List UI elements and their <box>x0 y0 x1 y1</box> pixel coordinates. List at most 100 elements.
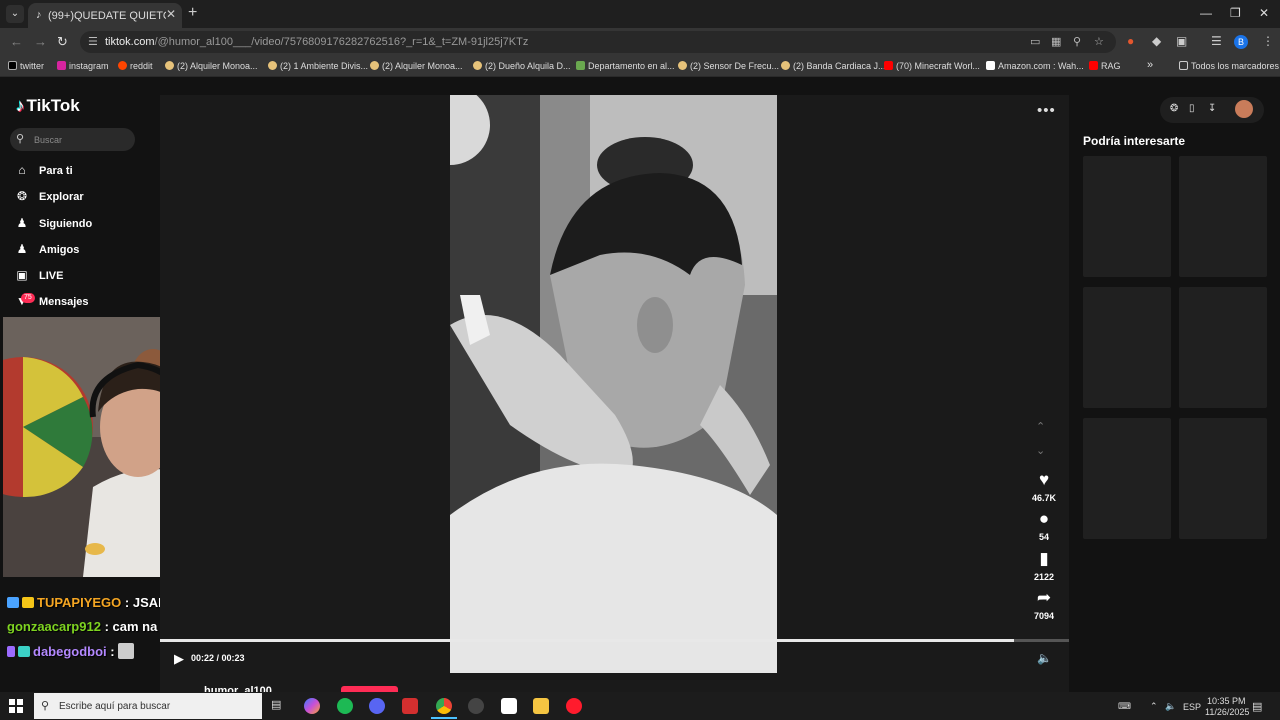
bookmark-item[interactable]: (70) Minecraft Worl... <box>884 61 980 71</box>
tiktok-note-icon: ♪ <box>16 96 25 115</box>
bookmark-item[interactable]: (2) Alquiler Monoa... <box>370 61 463 71</box>
language-indicator[interactable]: ESP <box>1183 702 1201 712</box>
video-player[interactable] <box>450 95 777 673</box>
bookmark-item[interactable]: (2) 1 Ambiente Divis... <box>268 61 368 71</box>
chat-badge-icon <box>22 597 34 608</box>
bookmark-item[interactable]: (2) Alquiler Monoa... <box>165 61 258 71</box>
new-tab-button[interactable]: + <box>188 5 197 21</box>
tiktok-logo[interactable]: ♪ TikTok <box>16 96 80 116</box>
active-tab[interactable]: ♪ (99+)QUEDATE QUIETO🔴🔴 ✕ <box>28 3 182 28</box>
windows-taskbar: ⚲ Escribe aquí para buscar ▤ ⌨ ⌃ 🔈 ESP 1… <box>0 692 1280 720</box>
tray-chevron-icon[interactable]: ⌃ <box>1150 701 1158 712</box>
close-tab-icon[interactable]: ✕ <box>166 7 176 21</box>
opera-icon[interactable] <box>566 698 582 714</box>
video-progress-bar[interactable] <box>160 639 1069 642</box>
suggestion-card[interactable] <box>1179 418 1267 539</box>
save-count: 2122 <box>1033 572 1055 582</box>
like-button[interactable]: ♥ 46.7K <box>1026 471 1062 504</box>
capcut-icon[interactable] <box>501 698 517 714</box>
coins-icon[interactable]: ❂ <box>1170 103 1178 114</box>
url-domain: tiktok.com <box>105 36 155 48</box>
address-bar[interactable]: ☰ tiktok.com/@humor_al100___/video/75768… <box>80 31 1116 53</box>
windows-start-icon[interactable] <box>9 699 23 713</box>
chrome-icon[interactable] <box>436 698 452 714</box>
bookmarks-overflow-button[interactable]: » <box>1147 59 1153 71</box>
share-icon: ➦ <box>1036 588 1052 607</box>
spotify-icon[interactable] <box>337 698 353 714</box>
address-toolbar: ← → ↻ ☰ tiktok.com/@humor_al100___/video… <box>0 28 1280 56</box>
url-path: /@humor_al100___/video/75768091762827625… <box>154 36 529 48</box>
user-avatar[interactable] <box>1235 100 1253 118</box>
file-explorer-icon[interactable] <box>533 698 549 714</box>
discord-icon[interactable] <box>369 698 385 714</box>
bookmark-item[interactable]: instagram <box>57 61 109 71</box>
bookmark-star-icon[interactable]: ☆ <box>1094 35 1104 48</box>
share-button[interactable]: ➦ 7094 <box>1026 588 1062 622</box>
suggestion-card[interactable] <box>1179 287 1267 408</box>
close-window-button[interactable]: ✕ <box>1259 6 1269 20</box>
search-input[interactable]: ⚲ Buscar <box>10 128 135 151</box>
previous-video-icon[interactable]: ⌃ <box>1036 420 1045 433</box>
author-row: humor_al100 <box>160 685 1069 692</box>
chat-message: gonzaacarp912 : cam na ir? <box>7 619 178 634</box>
extension-puzzle-icon[interactable]: ◆ <box>1152 34 1161 48</box>
bookmark-item[interactable]: (2) Sensor De Frecu... <box>678 61 779 71</box>
bookmark-item[interactable]: Amazon.com : Wah... <box>986 61 1084 71</box>
translate-icon[interactable]: ▦ <box>1051 35 1061 48</box>
author-name[interactable]: humor_al100 <box>204 685 272 692</box>
minimize-button[interactable]: — <box>1200 6 1212 20</box>
comment-button[interactable]: ● 54 <box>1026 510 1062 543</box>
volume-icon[interactable]: 🔈 <box>1037 651 1052 665</box>
bookmark-item[interactable]: reddit <box>118 61 153 71</box>
cast-icon[interactable]: ▭ <box>1030 35 1040 48</box>
like-count: 46.7K <box>1031 493 1057 503</box>
bookmark-item[interactable]: (2) Banda Cardiaca J... <box>781 61 886 71</box>
following-icon: ♟ <box>16 216 28 230</box>
play-icon[interactable]: ▶ <box>174 651 184 667</box>
share-count: 7094 <box>1033 611 1055 621</box>
video-frame <box>450 95 777 673</box>
volume-tray-icon[interactable]: 🔈 <box>1165 701 1176 712</box>
suggestion-card[interactable] <box>1083 287 1171 408</box>
search-icon: ⚲ <box>41 700 50 712</box>
suggestion-card[interactable] <box>1083 418 1171 539</box>
clock-time[interactable]: 10:35 PM <box>1207 696 1246 706</box>
taskbar-search-input[interactable]: ⚲ Escribe aquí para buscar <box>34 693 262 719</box>
back-icon[interactable]: ← <box>10 34 23 49</box>
reload-icon[interactable]: ↻ <box>57 34 68 50</box>
clock-date[interactable]: 11/26/2025 <box>1205 707 1249 717</box>
bookmark-item[interactable]: RAG <box>1089 61 1121 71</box>
tab-search-button[interactable]: ⌄ <box>6 5 24 23</box>
bookmark-item[interactable]: twitter <box>8 61 44 71</box>
notifications-icon[interactable]: ▤ <box>1252 700 1262 713</box>
extension-fox-icon[interactable]: ● <box>1127 34 1134 48</box>
active-app-indicator <box>431 717 457 719</box>
extensions-icon[interactable]: ▣ <box>1176 34 1187 48</box>
task-view-icon[interactable]: ▤ <box>271 698 287 714</box>
profile-avatar[interactable]: B <box>1234 35 1248 49</box>
bookmark-item[interactable]: Departamento en al... <box>576 61 675 71</box>
chat-emote-icon <box>118 643 135 659</box>
zoom-icon[interactable]: ⚲ <box>1073 35 1081 48</box>
obs-icon[interactable] <box>468 698 484 714</box>
save-button[interactable]: ▮ 2122 <box>1026 550 1062 583</box>
forward-icon[interactable]: → <box>34 34 47 49</box>
media-controls-icon[interactable]: ☰ <box>1211 34 1222 48</box>
keyboard-icon[interactable]: ⌨ <box>1118 701 1131 712</box>
compass-icon: ❂ <box>16 189 28 203</box>
voicemeeter-icon[interactable] <box>402 698 418 714</box>
site-info-icon[interactable]: ☰ <box>88 35 98 48</box>
suggestion-card[interactable] <box>1083 156 1171 277</box>
device-icon[interactable]: ▯ <box>1189 103 1195 114</box>
next-video-icon[interactable]: ⌄ <box>1036 444 1045 457</box>
suggestion-card[interactable] <box>1179 156 1267 277</box>
all-bookmarks-button[interactable]: Todos los marcadores <box>1179 61 1279 71</box>
taskbar-search-placeholder: Escribe aquí para buscar <box>59 701 171 712</box>
more-options-icon[interactable]: ••• <box>1037 102 1056 119</box>
download-icon[interactable]: ↧ <box>1208 103 1216 114</box>
maximize-button[interactable]: ❐ <box>1230 6 1241 20</box>
bookmarks-bar: twitter instagram reddit (2) Alquiler Mo… <box>0 56 1280 77</box>
browser-menu-icon[interactable]: ⋮ <box>1262 34 1274 48</box>
copilot-icon[interactable] <box>304 698 320 714</box>
bookmark-item[interactable]: (2) Dueño Alquila D... <box>473 61 571 71</box>
